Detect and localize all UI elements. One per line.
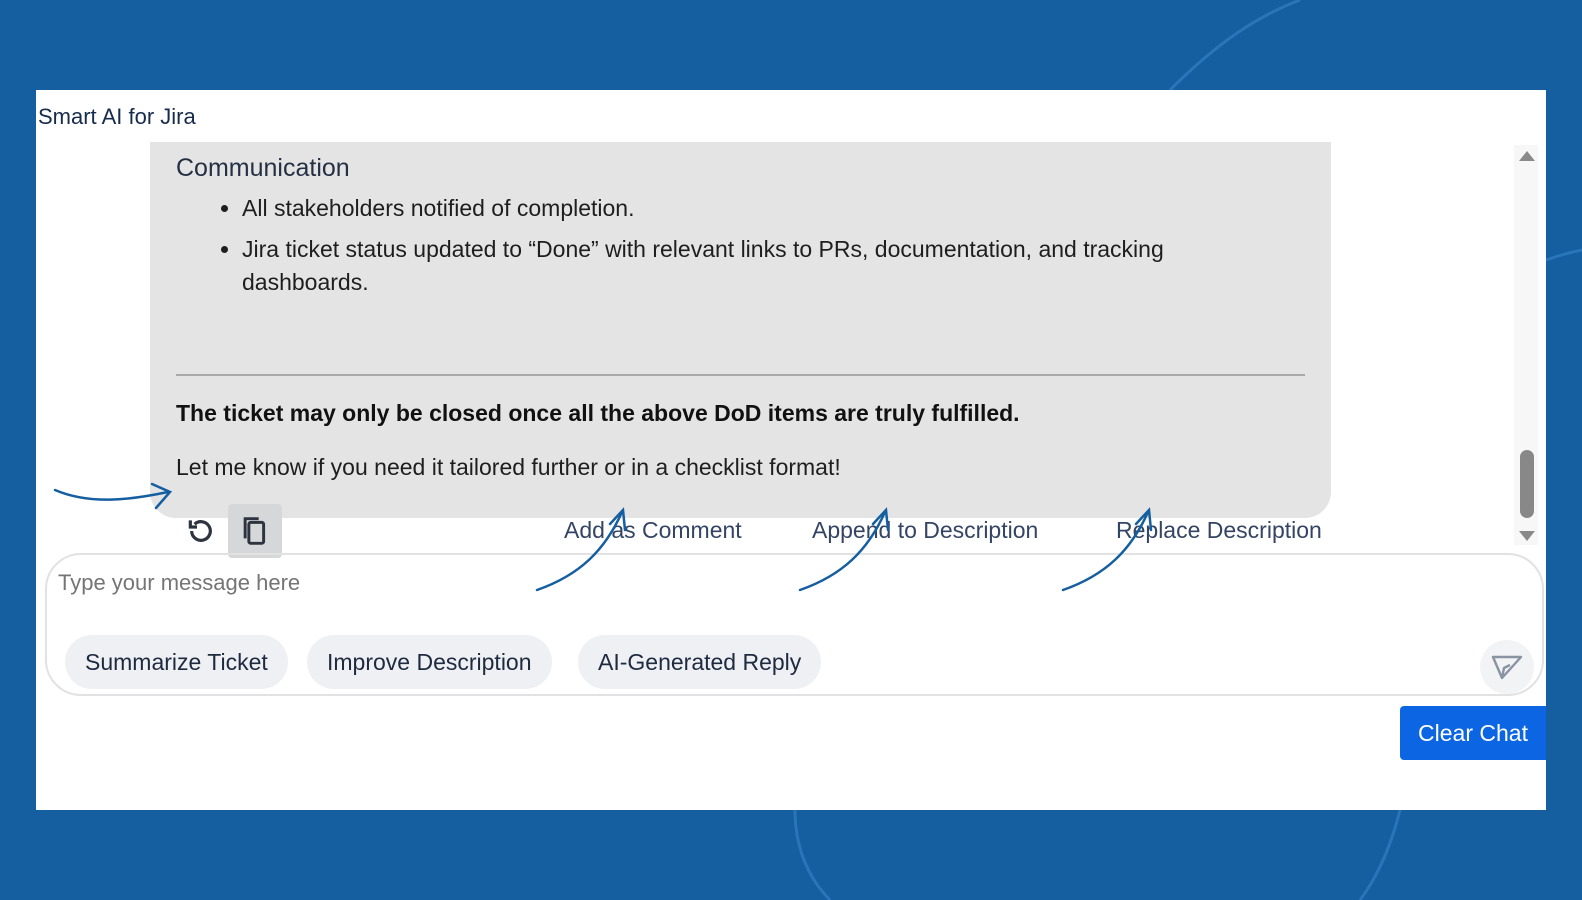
regenerate-button[interactable] — [174, 504, 228, 558]
message-input[interactable] — [56, 569, 1260, 597]
divider — [176, 374, 1305, 376]
closing-text: Let me know if you need it tailored furt… — [176, 454, 841, 480]
app-panel: Smart AI for Jira Communication All stak… — [36, 90, 1546, 810]
bold-note: The ticket may only be closed once all t… — [176, 400, 1020, 426]
clear-chat-button[interactable]: Clear Chat — [1400, 706, 1546, 760]
scrollbar[interactable] — [1514, 145, 1538, 545]
message-composer: Summarize Ticket Improve Description AI-… — [45, 553, 1544, 696]
send-button[interactable] — [1480, 640, 1534, 694]
append-to-description-button[interactable]: Append to Description — [812, 517, 1038, 544]
scroll-up-arrow[interactable] — [1519, 151, 1535, 161]
bullet-item: All stakeholders notified of completion. — [242, 192, 1222, 225]
message-bullets: All stakeholders notified of completion.… — [216, 192, 1222, 307]
bullet-item: Jira ticket status updated to “Done” wit… — [242, 233, 1222, 299]
copy-button[interactable] — [228, 504, 282, 558]
ai-message-bubble: Communication All stakeholders notified … — [150, 142, 1331, 558]
ai-generated-reply-chip[interactable]: AI-Generated Reply — [578, 635, 822, 689]
copy-icon — [243, 517, 266, 545]
app-title: Smart AI for Jira — [38, 104, 196, 129]
add-as-comment-button[interactable]: Add as Comment — [564, 517, 742, 544]
improve-description-chip[interactable]: Improve Description — [307, 635, 552, 689]
scrollbar-thumb[interactable] — [1520, 450, 1534, 518]
summarize-ticket-chip[interactable]: Summarize Ticket — [65, 635, 288, 689]
refresh-icon — [188, 520, 212, 542]
replace-description-button[interactable]: Replace Description — [1116, 517, 1322, 544]
send-icon — [1491, 655, 1523, 680]
message-heading: Communication — [176, 154, 350, 182]
scroll-down-arrow[interactable] — [1519, 531, 1535, 541]
